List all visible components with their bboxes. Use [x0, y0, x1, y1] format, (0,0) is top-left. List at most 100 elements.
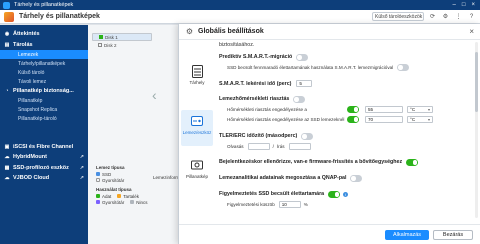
- dialog-nav: Tárhely Lemez/eszköz Pillanatkép: [179, 40, 215, 224]
- smart-poll-row: S.M.A.R.T. lekérési idő (perc) 5: [219, 80, 313, 87]
- smart-warning-row: SSD becsült fennmaradó élettartamának ha…: [227, 64, 410, 71]
- close-window-icon[interactable]: ×: [471, 2, 475, 8]
- usage-type-title: Használat típusa: [96, 187, 132, 192]
- gear-icon[interactable]: ⚙: [441, 12, 450, 21]
- dialog-scrollbar[interactable]: [475, 42, 478, 218]
- smart-poll-input[interactable]: 5: [296, 80, 313, 87]
- ssd-life-threshold-input[interactable]: 10: [278, 201, 301, 208]
- window-controls: – □ ×: [453, 2, 475, 8]
- tree-item-disk-1[interactable]: Disk 1: [92, 33, 152, 41]
- ssd-temp-input[interactable]: 70: [365, 116, 403, 123]
- ssd-profiling-icon: ▦: [4, 164, 10, 171]
- sidebar-item-snapshot-protection[interactable]: ◔ Pillanatkép biztonság...: [0, 86, 88, 97]
- dialog-footer: Alkalmazás Bezárás: [179, 224, 480, 244]
- spare-swatch: [117, 194, 122, 198]
- smart-warning-toggle[interactable]: [397, 64, 410, 71]
- hdd-temp-row: Hőmérsékleti riasztás engedélyezése a: [227, 107, 307, 112]
- tab-disk-device[interactable]: Lemez/eszköz: [181, 110, 213, 146]
- close-button[interactable]: Bezárás: [433, 230, 473, 240]
- hybridmount-icon: ☁: [4, 154, 10, 161]
- snapshot-protection-icon: ◔: [5, 88, 9, 95]
- ssd-temp-unit-select[interactable]: °C ▾: [407, 116, 433, 123]
- tree-item-disk-2[interactable]: Disk 2: [92, 41, 117, 49]
- firmware-check-label: Bejelentkezéskor ellenőrizze, van-e firm…: [219, 159, 403, 166]
- tler-write-label: Írás: [276, 144, 285, 149]
- external-storage-dropdown[interactable]: Külső tárolóeszközök: [372, 12, 424, 21]
- maximize-icon[interactable]: □: [462, 2, 466, 8]
- storage-icon: [191, 64, 203, 78]
- chevron-down-icon: ▾: [427, 117, 430, 122]
- sidebar-item-ssd-profiling[interactable]: ▦ SSD-profilozó eszköz ↗: [0, 163, 88, 174]
- ssd-life-threshold-label: Figyelmeztetési küszöb: [227, 202, 275, 207]
- smart-migration-toggle[interactable]: [296, 54, 309, 61]
- sidebar-item-iscsi[interactable]: ▣ iSCSI és Fibre Channel: [0, 142, 88, 153]
- dialog-title: Globális beállítások: [198, 28, 264, 35]
- sidebar-item-storage[interactable]: ▤ Tárolás: [0, 40, 88, 51]
- sidebar-item-snapshot-replica[interactable]: Snapshot Replica: [0, 106, 88, 115]
- ssd-life-label: Figyelmeztetés SSD becsült élettartamára: [219, 191, 325, 198]
- hdd-temp-label: Hőmérsékleti riasztás engedélyezése a: [227, 107, 307, 112]
- window-title: Tárhely és pillanatképek: [14, 2, 74, 8]
- smart-poll-label: S.M.A.R.T. lekérési idő (perc): [219, 80, 292, 87]
- snapshot-icon: [191, 158, 203, 172]
- iscsi-icon: ▣: [4, 143, 10, 150]
- sidebar-item-hybridmount[interactable]: ☁ HybridMount ↗: [0, 152, 88, 163]
- gear-icon: ⚙: [185, 27, 194, 36]
- vjbod-cloud-icon: ☁: [4, 175, 10, 182]
- ssd-temp-toggle[interactable]: [347, 116, 359, 123]
- device-tree: NAS Host Disk 1 Disk 2: [92, 33, 152, 48]
- overview-icon: ◉: [4, 31, 10, 38]
- tler-values-row: Olvasás / Írás: [227, 143, 311, 150]
- help-icon[interactable]: ?: [467, 12, 476, 21]
- scrollbar-thumb[interactable]: [475, 52, 478, 112]
- tab-snapshot[interactable]: Pillanatkép: [181, 154, 213, 190]
- tab-storage[interactable]: Tárhely: [181, 60, 213, 96]
- ssd-life-threshold-unit: %: [303, 202, 308, 207]
- ssd-life-threshold-row: Figyelmeztetési küszöb 10 %: [227, 201, 308, 208]
- info-icon[interactable]: i: [343, 191, 349, 197]
- temp-alarm-label: Lemezhőmérsékleti riasztás: [219, 96, 290, 103]
- external-link-icon: ↗: [79, 154, 84, 161]
- sidebar-item-snapshot[interactable]: Pillanatkép: [0, 97, 88, 106]
- sidebar-item-snapshot-vault[interactable]: Pillanatkép-tároló: [0, 115, 88, 124]
- tler-row: TLER/ERC időzítő (másodperc): [219, 133, 314, 140]
- ssd-life-toggle[interactable]: [328, 191, 341, 198]
- hdd-temp-toggle[interactable]: [347, 106, 359, 113]
- more-icon[interactable]: ⋮: [454, 12, 463, 21]
- smart-warning-label: SSD becsült fennmaradó élettartamának ha…: [227, 64, 394, 70]
- tler-toggle[interactable]: [301, 133, 314, 140]
- sidebar-item-disks[interactable]: Lemezek: [0, 50, 88, 59]
- close-icon[interactable]: ×: [469, 27, 474, 36]
- hdd-temp-input[interactable]: 55: [365, 106, 403, 113]
- analytics-toggle[interactable]: [350, 175, 363, 182]
- apply-button[interactable]: Alkalmazás: [385, 230, 429, 240]
- sidebar-item-remote-disk[interactable]: Távoli lemez: [0, 77, 88, 86]
- sidebar: ◉ Áttekintés ▤ Tárolás Lemezek Tárhely/pil…: [0, 25, 88, 244]
- cache-swatch: [96, 178, 100, 182]
- ssd-temp-controls: 70 °C ▾: [347, 116, 433, 123]
- sidebar-item-volumes[interactable]: Tárhely/pillanatképek: [0, 59, 88, 68]
- hdd-temp-controls: 55 °C ▾: [347, 106, 433, 113]
- minimize-icon[interactable]: –: [453, 2, 456, 8]
- refresh-icon[interactable]: ⟳: [428, 12, 437, 21]
- legend-item-cache-usage: Gyorsítótár: [96, 199, 124, 205]
- app-title: Tárhely és pillanatképek: [19, 13, 100, 20]
- window-titlebar: Tárhely és pillanatképek – □ ×: [0, 0, 480, 10]
- chevron-left-icon[interactable]: ‹: [152, 87, 157, 103]
- sidebar-item-overview[interactable]: ◉ Áttekintés: [0, 29, 88, 40]
- cache-usage-swatch: [96, 200, 100, 204]
- firmware-check-toggle[interactable]: [406, 159, 419, 166]
- chevron-down-icon: ▾: [427, 107, 430, 112]
- none-swatch: [130, 200, 135, 204]
- temp-alarm-toggle[interactable]: [293, 96, 306, 103]
- ssd-temp-label: Hőmérsékleti riasztás engedélyezése az S…: [227, 117, 345, 122]
- disk-device-icon: [191, 114, 203, 128]
- ssd-temp-row: Hőmérsékleti riasztás engedélyezése az S…: [227, 117, 344, 122]
- sidebar-item-external-storage[interactable]: Külső tároló: [0, 68, 88, 77]
- tler-read-input[interactable]: [247, 143, 270, 150]
- hdd-temp-unit-select[interactable]: °C ▾: [407, 106, 433, 113]
- sidebar-item-vjbod-cloud[interactable]: ☁ VJBOD Cloud ↗: [0, 173, 88, 184]
- disk-type-title: Lemez típusa: [96, 165, 125, 170]
- temp-alarm-row: Lemezhőmérsékleti riasztás: [219, 96, 306, 103]
- tler-write-input[interactable]: [288, 143, 311, 150]
